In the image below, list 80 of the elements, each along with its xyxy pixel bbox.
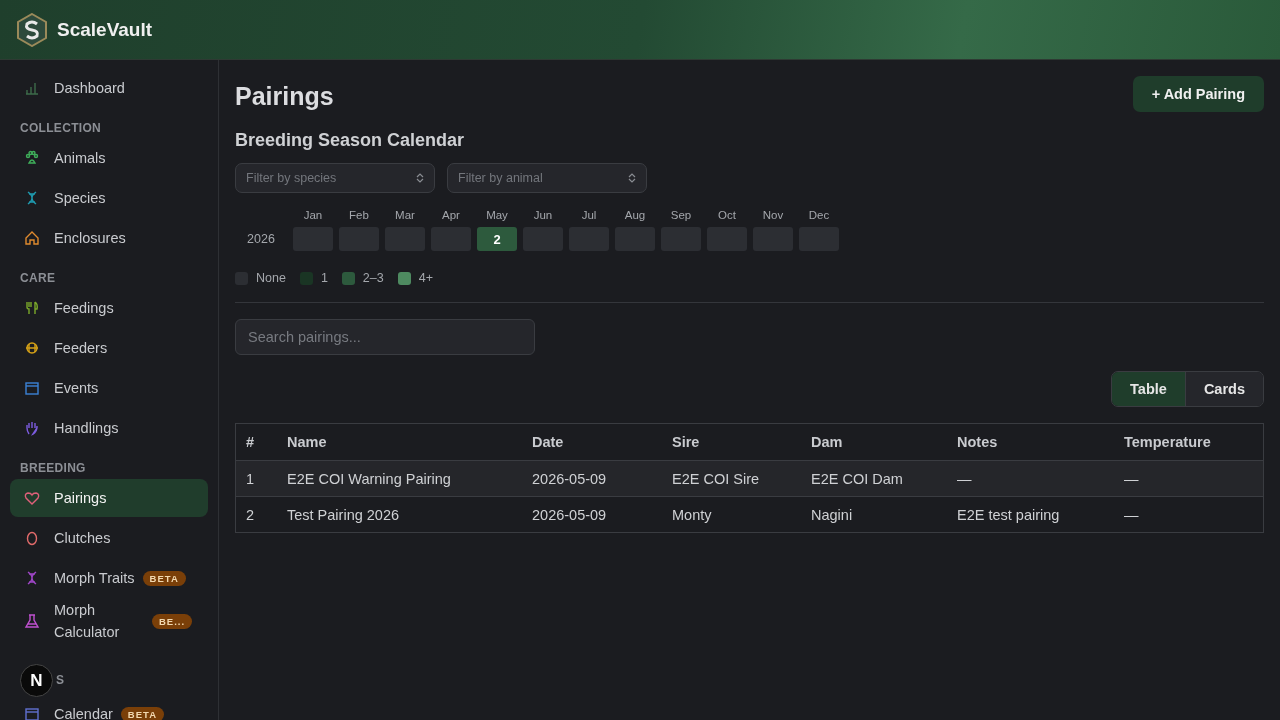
page-title: Pairings: [235, 81, 334, 111]
month-label: Jul: [580, 209, 598, 221]
sidebar-item[interactable]: Morph Calculator BE...: [10, 599, 208, 643]
view-tab[interactable]: Cards: [1185, 372, 1263, 406]
section-label: S: [56, 673, 65, 687]
table-cell: —: [1114, 496, 1264, 533]
month-label: Feb: [348, 209, 370, 221]
table-cell: 2026-05-09: [522, 460, 662, 497]
section-label: COLLECTION: [19, 120, 102, 137]
fork-icon: [24, 300, 40, 316]
chevron-icon: [416, 173, 424, 183]
beta-badge: BETA: [120, 706, 164, 720]
sidebar-item[interactable]: Pairings: [10, 479, 208, 517]
sidebar-item[interactable]: Feeders: [10, 329, 208, 367]
app-name: ScaleVault: [57, 18, 153, 41]
legend-label: 1: [320, 271, 328, 285]
logo-icon: [15, 12, 49, 47]
hand-icon: [24, 420, 40, 436]
calendar-icon: [24, 380, 40, 396]
column-header: #: [235, 423, 277, 461]
table-cell: 2: [235, 496, 277, 533]
column-header: Temperature: [1114, 423, 1264, 461]
legend-label: None: [256, 271, 286, 285]
month-label: Nov: [761, 209, 785, 221]
table-cell: Nagini: [801, 496, 947, 533]
column-header: Name: [277, 423, 522, 461]
sidebar-item[interactable]: Events: [10, 369, 208, 407]
section-label: CARE: [19, 270, 57, 287]
table-cell: 2026-05-09: [522, 496, 662, 533]
chevron-icon: [628, 173, 636, 183]
calendar-cell[interactable]: 2: [477, 227, 517, 251]
month-label: Dec: [807, 209, 831, 221]
sidebar-item[interactable]: Morph Traits BETA: [10, 559, 208, 597]
sidebar-item[interactable]: Calendar BETA: [10, 701, 208, 720]
egg-icon: [24, 530, 40, 546]
month-label: Sep: [669, 209, 693, 221]
month-label: Apr: [441, 209, 461, 221]
chart-icon: [24, 80, 40, 96]
heart-icon: [24, 490, 40, 506]
table-cell: E2E test pairing: [947, 496, 1114, 533]
table-cell: 1: [235, 460, 277, 497]
table-cell: Test Pairing 2026: [277, 496, 522, 533]
month-label: Mar: [394, 209, 416, 221]
sidebar-item[interactable]: Handlings: [10, 409, 208, 447]
year-label: 2026: [246, 232, 276, 246]
legend-label: 4+: [418, 271, 433, 285]
dev-indicator-button[interactable]: N: [20, 664, 53, 697]
table-cell: E2E COI Sire: [662, 460, 801, 497]
table-cell: —: [947, 460, 1114, 497]
column-header: Sire: [662, 423, 801, 461]
month-label: Jan: [302, 209, 324, 221]
sidebar-item[interactable]: Species: [10, 179, 208, 217]
beta-badge: BETA: [142, 570, 186, 586]
sidebar-item[interactable]: Feedings: [10, 289, 208, 327]
calendar-title: Breeding Season Calendar: [235, 130, 466, 151]
search-field[interactable]: Search pairings...: [235, 319, 535, 355]
sidebar-item[interactable]: Clutches: [10, 519, 208, 557]
table-cell: E2E COI Dam: [801, 460, 947, 497]
column-header: Notes: [947, 423, 1114, 461]
paw-icon: [24, 150, 40, 166]
table-cell: —: [1114, 460, 1264, 497]
month-label: May: [485, 209, 509, 221]
section-label: BREEDING: [19, 460, 87, 477]
month-label: Jun: [532, 209, 554, 221]
calendar-icon: [24, 706, 40, 720]
sidebar-item[interactable]: Animals: [10, 139, 208, 177]
beta-badge: BE...: [152, 613, 193, 629]
flask-icon: [24, 613, 40, 629]
column-header: Dam: [801, 423, 947, 461]
house-icon: [24, 230, 40, 246]
view-tab[interactable]: Table: [1112, 372, 1186, 406]
table-cell: E2E COI Warning Pairing: [277, 460, 522, 497]
sidebar-item[interactable]: Enclosures: [10, 219, 208, 257]
table-cell: Monty: [662, 496, 801, 533]
sidebar-item[interactable]: Dashboard: [10, 69, 208, 107]
legend-label: 2–3: [362, 271, 384, 285]
month-label: Aug: [623, 209, 647, 221]
add-pairing-button[interactable]: + Add Pairing: [1132, 76, 1264, 112]
column-header: Date: [522, 423, 662, 461]
month-label: Oct: [717, 209, 737, 221]
